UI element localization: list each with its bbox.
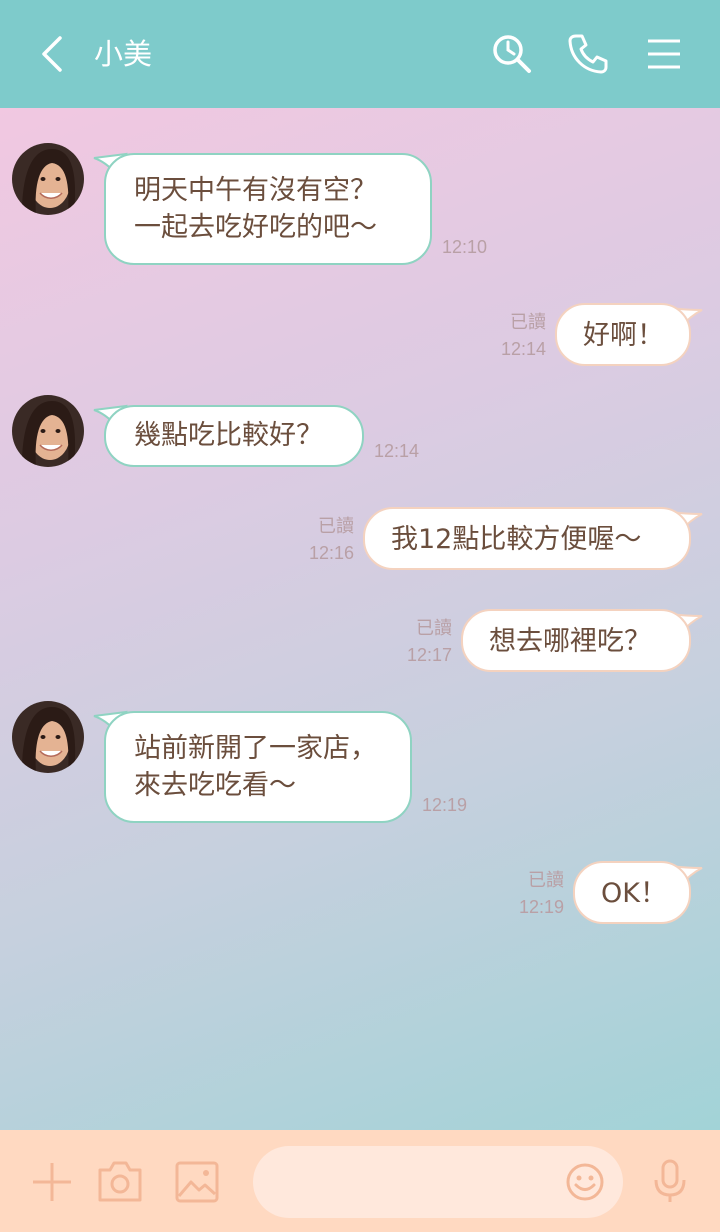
message-time: 12:14 [500, 339, 546, 359]
contact-avatar[interactable] [12, 143, 84, 215]
camera-icon[interactable] [96, 1158, 144, 1204]
read-receipt: 已讀 [416, 618, 452, 638]
emoji-icon[interactable] [565, 1162, 605, 1202]
incoming-bubble[interactable]: 明天中午有沒有空？ 一起去吃好吃的吧〜 [104, 153, 432, 265]
chat-header: 小美 [0, 0, 720, 108]
outgoing-bubble[interactable]: 我12點比較方便喔〜 [363, 507, 691, 570]
input-bar [0, 1130, 720, 1232]
plus-icon[interactable] [30, 1160, 74, 1204]
contact-avatar[interactable] [12, 701, 84, 773]
incoming-bubble[interactable]: 站前新開了一家店， 來去吃吃看〜 [104, 711, 412, 823]
message-line: OK！ [601, 878, 667, 909]
message-line: 來去吃吃看〜 [134, 770, 296, 801]
outgoing-bubble[interactable]: 想去哪裡吃？ [461, 609, 691, 672]
message-line: 一起去吃好吃的吧〜 [134, 212, 377, 243]
message-line: 幾點吃比較好？ [134, 420, 323, 451]
back-chevron-icon[interactable] [36, 34, 72, 74]
menu-icon[interactable] [642, 32, 686, 76]
message-time: 12:19 [422, 795, 468, 815]
read-receipt: 已讀 [318, 516, 354, 536]
message-time: 12:19 [518, 897, 564, 917]
read-receipt: 已讀 [510, 312, 546, 332]
message-input-field[interactable] [253, 1146, 623, 1218]
outgoing-bubble[interactable]: OK！ [573, 861, 691, 924]
read-receipt: 已讀 [528, 870, 564, 890]
message-line: 好啊！ [583, 320, 664, 351]
message-line: 我12點比較方便喔〜 [391, 524, 642, 555]
contact-avatar[interactable] [12, 395, 84, 467]
incoming-bubble[interactable]: 幾點吃比較好？ [104, 405, 364, 467]
outgoing-bubble[interactable]: 好啊！ [555, 303, 691, 366]
message-time: 12:16 [308, 543, 354, 563]
search-icon[interactable] [490, 32, 534, 76]
chat-title: 小美 [94, 37, 153, 71]
message-line: 想去哪裡吃？ [489, 626, 651, 657]
message-time: 12:14 [374, 441, 420, 461]
message-time: 12:17 [406, 645, 452, 665]
message-line: 明天中午有沒有空？ [134, 175, 377, 206]
image-icon[interactable] [174, 1160, 220, 1204]
message-time: 12:10 [442, 237, 488, 257]
microphone-icon[interactable] [652, 1158, 688, 1204]
phone-icon[interactable] [566, 32, 610, 76]
message-input[interactable] [277, 1162, 557, 1202]
message-line: 站前新開了一家店， [134, 733, 377, 764]
